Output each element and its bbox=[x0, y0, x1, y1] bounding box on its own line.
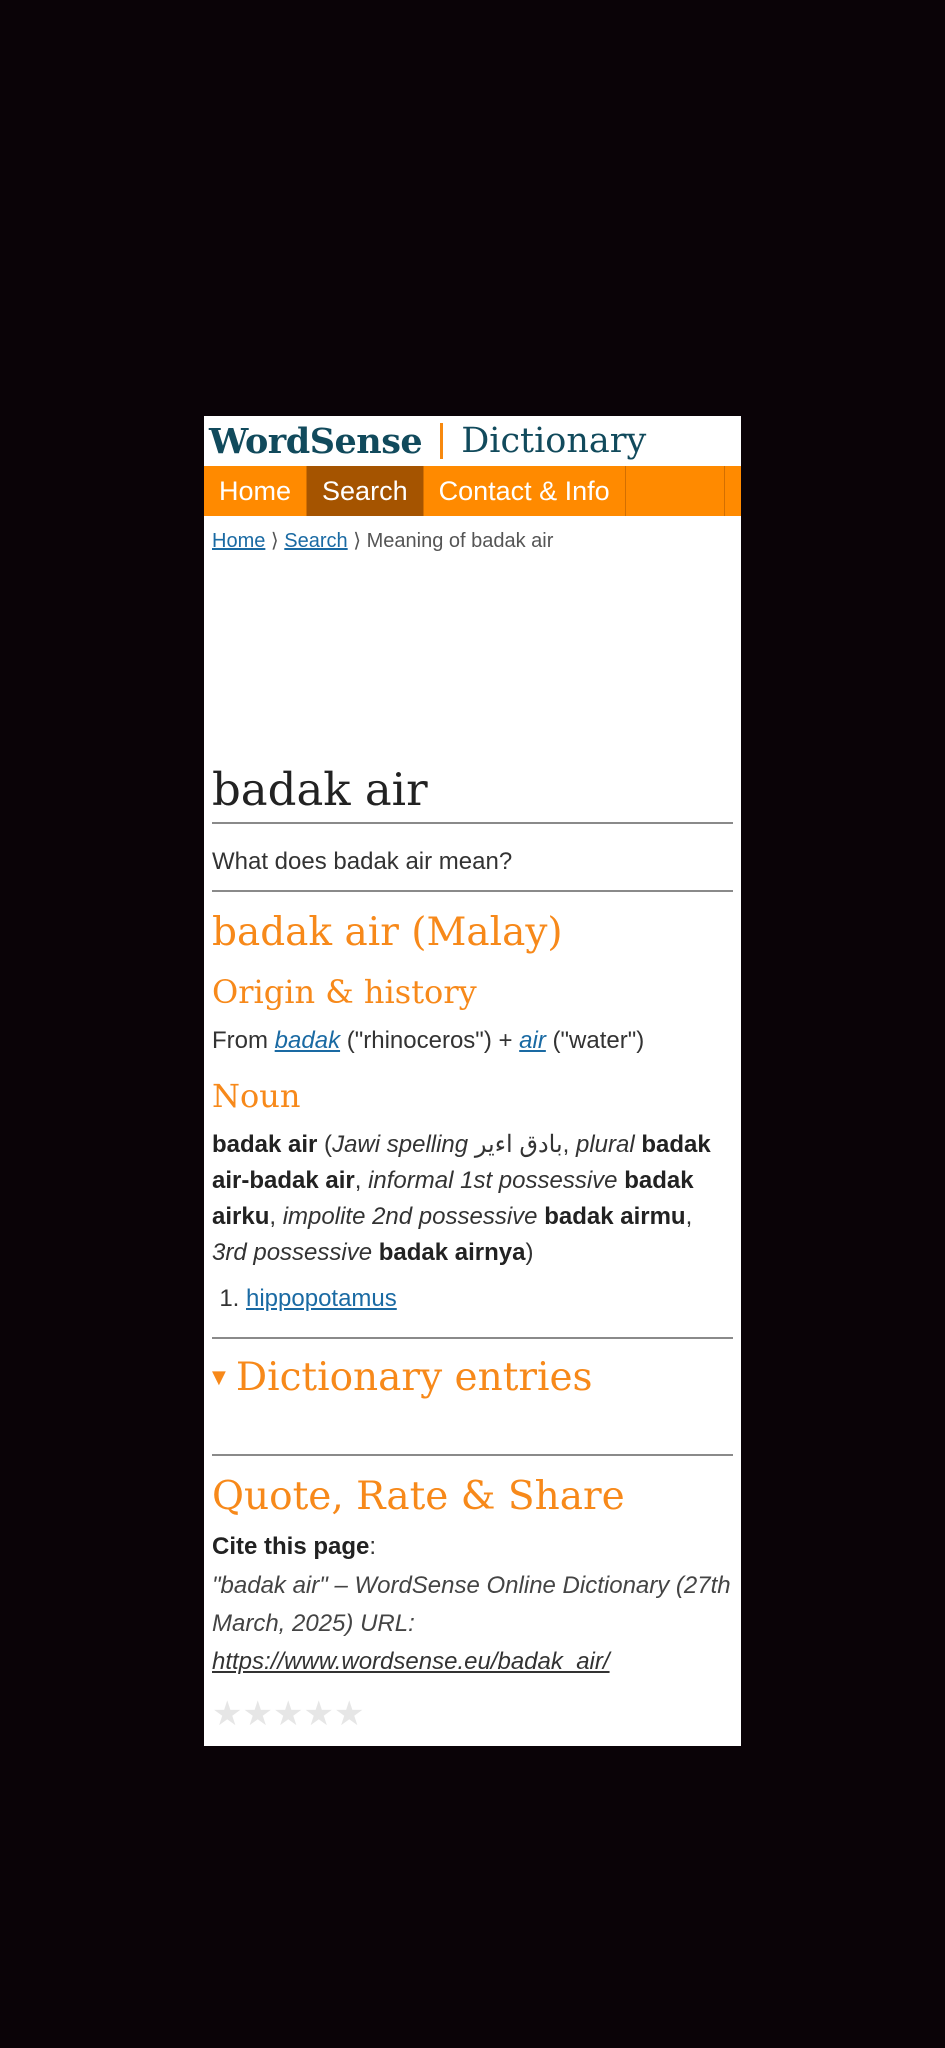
possessive-2-label: impolite 2nd possessive bbox=[282, 1203, 538, 1230]
possessive-3-label: 3rd possessive bbox=[212, 1239, 373, 1266]
etymology-link-badak[interactable]: badak bbox=[275, 1027, 340, 1054]
etymology-gloss-1: ("rhinoceros") + bbox=[346, 1027, 513, 1054]
etymology-gloss-2: ("water") bbox=[552, 1027, 645, 1054]
dictionary-entries-toggle[interactable]: ▼ Dictionary entries bbox=[212, 1355, 733, 1400]
breadcrumb-separator: ⟩ bbox=[353, 530, 362, 552]
breadcrumb-home-link[interactable]: Home bbox=[212, 530, 265, 552]
main-content: badak air What does badak air mean? bada… bbox=[204, 763, 741, 1731]
cite-label-text: Cite this page bbox=[212, 1533, 370, 1560]
noun-forms: badak air (Jawi spelling بادق اءير, plur… bbox=[212, 1131, 711, 1266]
citation-text: "badak air" – WordSense Online Dictionar… bbox=[212, 1572, 731, 1637]
etymology-link-air[interactable]: air bbox=[519, 1027, 546, 1054]
possessive-1-label: informal 1st possessive bbox=[368, 1167, 618, 1194]
breadcrumb-search-link[interactable]: Search bbox=[284, 530, 347, 552]
nav-spacer bbox=[626, 466, 725, 516]
divider bbox=[212, 1337, 733, 1339]
rating-stars: ★ ★ ★ ★ ★ bbox=[212, 1697, 733, 1731]
logo-product: Dictionary bbox=[461, 421, 647, 461]
dictionary-entries-label: Dictionary entries bbox=[235, 1355, 593, 1400]
cite-label: Cite this page: bbox=[212, 1533, 377, 1560]
breadcrumb: Home ⟩ Search ⟩ Meaning of badak air bbox=[204, 516, 741, 568]
star-icon[interactable]: ★ bbox=[303, 1697, 333, 1731]
star-icon[interactable]: ★ bbox=[273, 1697, 303, 1731]
etymology-from: From bbox=[212, 1027, 268, 1054]
logo-brand: WordSense bbox=[209, 420, 423, 462]
main-nav: Home Search Contact & Info bbox=[204, 466, 741, 516]
breadcrumb-current: Meaning of badak air bbox=[366, 530, 554, 552]
definition-item: hippopotamus bbox=[246, 1281, 733, 1317]
etymology-text: From badak ("rhinoceros") + air ("water"… bbox=[212, 1023, 733, 1059]
divider bbox=[212, 1454, 733, 1456]
share-heading: Quote, Rate & Share bbox=[212, 1474, 625, 1519]
definition-list: hippopotamus bbox=[212, 1281, 733, 1317]
meaning-question: What does badak air mean? bbox=[212, 824, 733, 892]
nav-search[interactable]: Search bbox=[307, 466, 424, 516]
etymology-heading: Origin & history bbox=[212, 973, 477, 1011]
definition-link-hippopotamus[interactable]: hippopotamus bbox=[246, 1285, 397, 1312]
jawi-spelling: بادق اءير bbox=[474, 1131, 563, 1158]
star-icon[interactable]: ★ bbox=[334, 1697, 364, 1731]
possessive-2-form: badak airmu bbox=[544, 1203, 686, 1230]
possessive-3-form: badak airnya bbox=[378, 1239, 526, 1266]
language-heading: badak air (Malay) bbox=[212, 910, 563, 955]
page-title: badak air bbox=[212, 763, 733, 824]
ad-placeholder bbox=[204, 568, 741, 763]
site-logo[interactable]: WordSense Dictionary bbox=[204, 416, 741, 466]
star-icon[interactable]: ★ bbox=[212, 1697, 242, 1731]
nav-contact[interactable]: Contact & Info bbox=[424, 466, 626, 516]
jawi-label: Jawi spelling bbox=[332, 1131, 469, 1158]
plural-label: plural bbox=[576, 1131, 635, 1158]
headword-form: badak air bbox=[212, 1131, 318, 1158]
triangle-down-icon: ▼ bbox=[212, 1367, 226, 1388]
nav-home[interactable]: Home bbox=[204, 466, 308, 516]
star-icon[interactable]: ★ bbox=[242, 1697, 272, 1731]
breadcrumb-separator: ⟩ bbox=[270, 530, 279, 552]
page: WordSense Dictionary Home Search Contact… bbox=[204, 416, 741, 1746]
citation: "badak air" – WordSense Online Dictionar… bbox=[212, 1567, 733, 1681]
citation-url[interactable]: https://www.wordsense.eu/badak_air/ bbox=[212, 1648, 610, 1675]
noun-heading: Noun bbox=[212, 1077, 301, 1115]
logo-divider bbox=[440, 423, 444, 459]
